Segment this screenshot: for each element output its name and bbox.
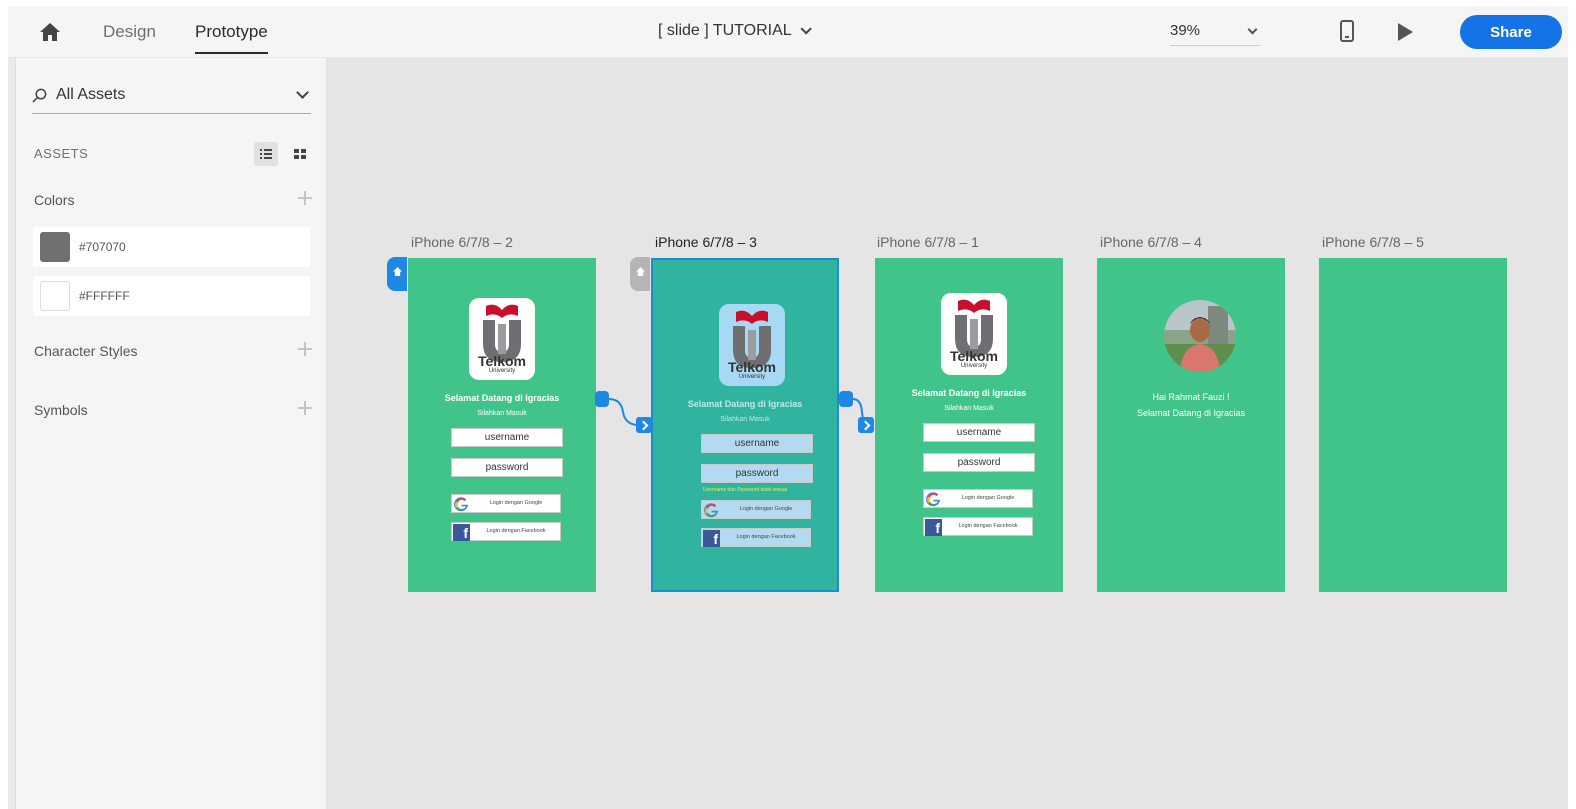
device-preview-icon[interactable] — [1340, 20, 1354, 42]
assets-filter-label: All Assets — [56, 86, 126, 103]
artboard-iphone-3[interactable]: Telkom University Selamat Datang di Igra… — [651, 258, 839, 592]
list-view-icon[interactable] — [254, 142, 278, 166]
telkom-university-logo: Telkom University — [469, 298, 535, 380]
artboard-title[interactable]: iPhone 6/7/8 – 4 — [1100, 234, 1202, 250]
telkom-university-logo: Telkom University — [941, 293, 1007, 375]
logo-subtext: University — [738, 374, 766, 380]
home-screen-marker[interactable] — [630, 257, 650, 291]
top-toolbar: Design Prototype [ slide ] TUTORIAL 39% … — [8, 6, 1568, 58]
color-swatch — [40, 281, 70, 311]
google-login-button[interactable]: Login dengan Google — [701, 500, 811, 519]
facebook-login-button[interactable]: f Login dengan Facebook — [923, 517, 1033, 536]
telkom-university-logo: Telkom University — [719, 304, 785, 386]
logo-subtext: University — [960, 363, 988, 369]
facebook-login-label: Login dengan Facebook — [486, 528, 546, 534]
facebook-login-label: Login dengan Facebook — [958, 523, 1018, 529]
document-title-dropdown[interactable]: [ slide ] TUTORIAL — [658, 22, 812, 40]
add-symbol-icon[interactable] — [298, 401, 312, 415]
chevron-down-icon — [1247, 24, 1258, 35]
color-hex-label: #707070 — [79, 240, 126, 254]
tab-prototype[interactable]: Prototype — [195, 22, 268, 54]
artboard-title[interactable]: iPhone 6/7/8 – 2 — [411, 234, 513, 250]
grid-view-icon[interactable] — [288, 142, 312, 166]
google-icon — [924, 490, 943, 509]
sub-text: Silahkan Masuk — [944, 405, 994, 412]
google-icon — [702, 501, 721, 520]
wire-target-arrow-icon[interactable] — [636, 417, 652, 433]
welcome-text: Selamat Datang di Igracias — [911, 388, 1027, 398]
sub-text: Silahkan Masuk — [477, 410, 527, 417]
error-message: Username dan Password tidak sesuai — [703, 487, 787, 493]
home-screen-marker[interactable] — [387, 257, 407, 291]
chevron-down-icon — [296, 86, 309, 99]
logo-text: Telkom — [478, 353, 526, 369]
google-login-label: Login dengan Google — [961, 495, 1015, 501]
artboard-title[interactable]: iPhone 6/7/8 – 1 — [877, 234, 979, 250]
facebook-login-button[interactable]: f Login dengan Facebook — [451, 522, 561, 541]
chevron-down-icon — [800, 23, 812, 35]
artboard-iphone-2[interactable]: Telkom University Selamat Datang di Igra… — [408, 258, 596, 592]
username-field[interactable]: username — [451, 428, 563, 447]
share-button[interactable]: Share — [1460, 15, 1562, 49]
google-login-label: Login dengan Google — [739, 506, 793, 512]
password-field[interactable]: password — [701, 464, 813, 483]
google-login-label: Login dengan Google — [489, 500, 543, 506]
facebook-icon: f — [924, 518, 943, 537]
artboard-iphone-1[interactable]: Telkom University Selamat Datang di Igra… — [875, 258, 1063, 592]
canvas[interactable]: iPhone 6/7/8 – 2 iPhone 6/7/8 – 3 iPhone… — [327, 58, 1568, 809]
color-hex-label: #FFFFFF — [79, 289, 130, 303]
zoom-dropdown[interactable]: 39% — [1170, 16, 1260, 46]
color-swatch-row[interactable]: #FFFFFF — [33, 276, 310, 316]
add-character-style-icon[interactable] — [298, 342, 312, 356]
password-field[interactable]: password — [923, 453, 1035, 472]
assets-heading: ASSETS — [34, 146, 89, 161]
greeting-name: Hai Rahmat Fauzi ! — [1152, 392, 1230, 402]
add-color-icon[interactable] — [298, 191, 312, 205]
user-avatar — [1164, 300, 1236, 372]
facebook-icon: f — [702, 529, 721, 548]
home-icon[interactable] — [38, 20, 62, 44]
facebook-login-label: Login dengan Facebook — [736, 534, 796, 540]
google-icon — [452, 495, 471, 514]
google-login-button[interactable]: Login dengan Google — [451, 494, 561, 513]
username-field[interactable]: username — [923, 423, 1035, 442]
password-field[interactable]: password — [451, 458, 563, 477]
greeting-welcome: Selamat Datang di Igracias — [1136, 408, 1246, 418]
tab-design[interactable]: Design — [103, 22, 156, 42]
character-styles-section-label: Character Styles — [34, 343, 138, 359]
assets-filter-dropdown[interactable]: All Assets — [32, 80, 311, 114]
search-icon — [32, 88, 47, 103]
wire-target-arrow-icon[interactable] — [858, 417, 874, 433]
document-title: [ slide ] TUTORIAL — [658, 22, 792, 39]
color-swatch — [40, 232, 70, 262]
zoom-level: 39% — [1170, 22, 1201, 39]
artboard-title[interactable]: iPhone 6/7/8 – 3 — [655, 234, 757, 250]
google-login-button[interactable]: Login dengan Google — [923, 489, 1033, 508]
assets-panel: All Assets ASSETS Colors #707070 #FFFFFF… — [16, 58, 327, 809]
username-field[interactable]: username — [701, 434, 813, 453]
facebook-login-button[interactable]: f Login dengan Facebook — [701, 528, 811, 547]
logo-subtext: University — [488, 368, 516, 374]
logo-text: Telkom — [728, 359, 776, 375]
color-swatch-row[interactable]: #707070 — [33, 227, 310, 267]
left-rail — [8, 58, 16, 809]
welcome-text: Selamat Datang di Igracias — [687, 399, 803, 409]
artboard-title[interactable]: iPhone 6/7/8 – 5 — [1322, 234, 1424, 250]
home-icon — [393, 267, 402, 276]
welcome-text: Selamat Datang di Igracias — [444, 393, 560, 403]
facebook-icon: f — [452, 523, 471, 542]
play-icon[interactable] — [1398, 23, 1413, 41]
logo-text: Telkom — [950, 348, 998, 364]
artboard-iphone-5[interactable] — [1319, 258, 1507, 592]
symbols-section-label: Symbols — [34, 402, 88, 418]
colors-section-label: Colors — [34, 192, 75, 208]
home-icon — [636, 267, 645, 276]
artboard-iphone-4[interactable]: Hai Rahmat Fauzi ! Selamat Datang di Igr… — [1097, 258, 1285, 592]
sub-text: Silahkan Masuk — [720, 416, 770, 423]
